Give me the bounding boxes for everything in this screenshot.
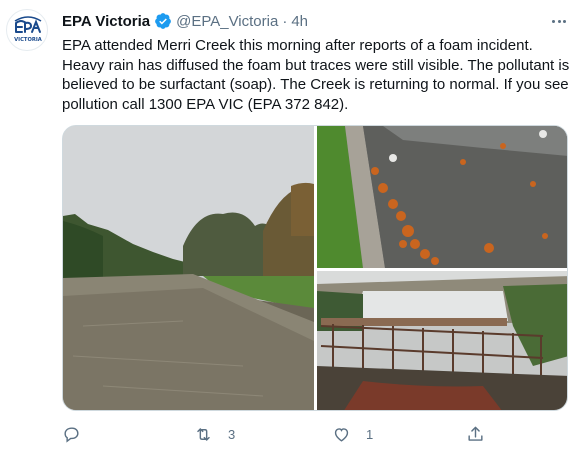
author-avatar[interactable]: VICTORIA <box>6 9 48 51</box>
reply-button[interactable] <box>62 422 96 446</box>
tweet-timestamp[interactable]: 4h <box>291 13 308 30</box>
author-handle[interactable]: @EPA_Victoria <box>176 13 278 30</box>
separator-dot: · <box>282 12 288 30</box>
share-button[interactable] <box>466 422 485 446</box>
share-icon <box>468 426 483 441</box>
tweet-action-bar: 3 1 <box>62 422 542 446</box>
tweet-media-grid <box>62 125 568 411</box>
verified-badge-icon <box>155 13 171 29</box>
like-count: 1 <box>366 426 374 442</box>
reply-icon <box>64 426 79 443</box>
weir-waterfall-photo[interactable] <box>317 271 568 411</box>
creek-river-photo[interactable] <box>63 126 314 411</box>
leaves-footpath-photo[interactable] <box>317 126 568 268</box>
avatar-logo-text: VICTORIA <box>14 37 42 43</box>
tweet-header: EPA Victoria @EPA_Victoria · 4h <box>62 11 308 31</box>
like-icon <box>334 427 349 442</box>
like-button[interactable]: 1 <box>332 422 373 446</box>
retweet-button[interactable]: 3 <box>194 422 235 446</box>
more-options-icon[interactable] <box>549 11 569 31</box>
tweet-text: EPA attended Merri Creek this morning af… <box>62 37 570 113</box>
author-name[interactable]: EPA Victoria <box>62 13 150 30</box>
tweet-card[interactable]: VICTORIA EPA Victoria @EPA_Victoria · 4h… <box>0 0 581 453</box>
retweet-icon <box>197 427 210 441</box>
retweet-count: 3 <box>228 426 236 442</box>
